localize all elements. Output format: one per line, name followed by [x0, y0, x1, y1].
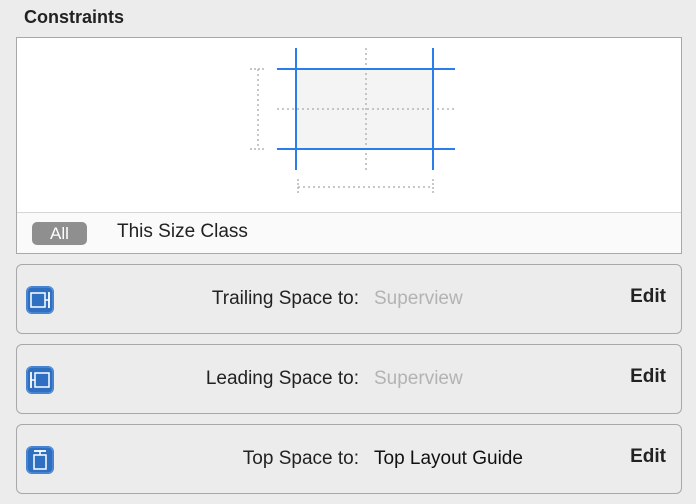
- constraint-row-top: Top Space to: Top Layout Guide Edit: [16, 424, 682, 494]
- edit-button[interactable]: Edit: [630, 366, 666, 388]
- size-class-bar: All This Size Class: [17, 212, 681, 253]
- size-class-this-button[interactable]: This Size Class: [117, 221, 248, 243]
- constraint-label: Leading Space to:: [205, 368, 359, 389]
- top-space-icon: [25, 445, 55, 475]
- edit-button[interactable]: Edit: [630, 286, 666, 308]
- trailing-space-icon: [25, 285, 55, 315]
- panel-title: Constraints: [24, 7, 125, 27]
- diagram-area: [17, 38, 681, 212]
- constraint-target: Superview: [374, 368, 463, 389]
- constraint-label: Trailing Space to:: [211, 288, 359, 309]
- edit-button[interactable]: Edit: [630, 446, 666, 468]
- constraint-target: Superview: [374, 288, 463, 309]
- constraint-row-leading: Leading Space to: Superview Edit: [16, 344, 682, 414]
- constraint-target: Top Layout Guide: [374, 448, 523, 469]
- constraint-row-trailing: Trailing Space to: Superview Edit: [16, 264, 682, 334]
- constraint-diagram: All This Size Class: [16, 37, 682, 254]
- size-class-all-button[interactable]: All: [32, 222, 87, 245]
- constraint-label: Top Space to:: [242, 448, 359, 469]
- leading-space-icon: [25, 365, 55, 395]
- constraint-diagram-svg: [250, 48, 455, 195]
